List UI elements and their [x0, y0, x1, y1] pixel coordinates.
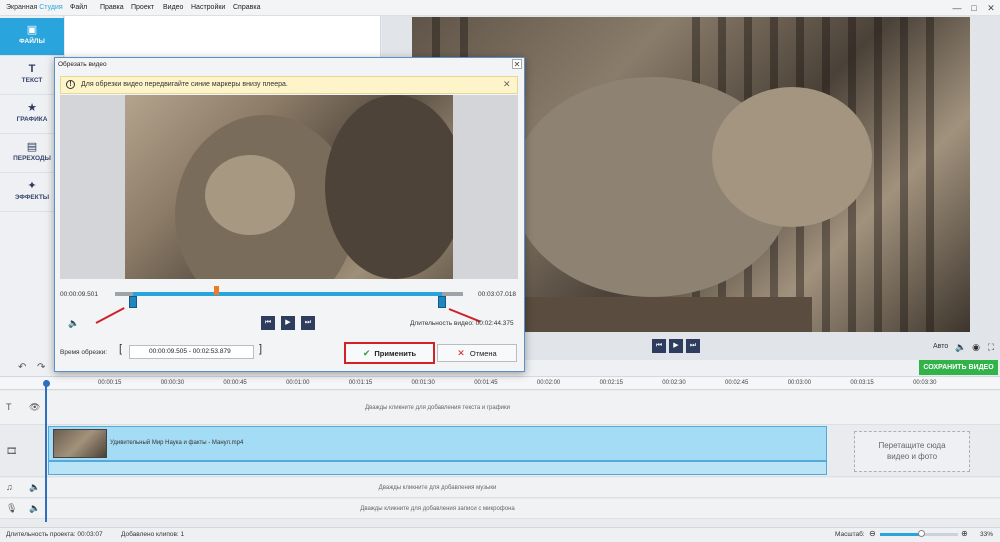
timeline-tick-label: 00:01:30 [411, 380, 435, 386]
zoom-slider-handle[interactable] [917, 530, 925, 537]
trim-selected-range [132, 292, 443, 296]
preview-prev-button[interactable]: ⏮ [652, 339, 666, 353]
timeline-tick-label: 00:02:45 [725, 380, 749, 386]
timeline-tick-label: 00:01:15 [348, 380, 373, 386]
app-title: Экранная Студия [6, 4, 63, 11]
sidebar-tab-label: ТЕКСТ [21, 77, 43, 84]
undo-icon[interactable]: ↶ [18, 362, 26, 373]
timeline-tick-label: 00:02:30 [662, 380, 686, 386]
menu-settings[interactable]: Настройки [191, 4, 225, 11]
volume-icon[interactable]: 🔈 [955, 341, 967, 353]
menu-file[interactable]: Файл [70, 4, 87, 11]
app-title-main: Экранная [6, 4, 40, 11]
timeline-tick-label: 00:03:15 [850, 380, 874, 386]
clip-title: Удивительный Мир Наука и факты - Манул.m… [110, 440, 244, 446]
video-duration: Длительность видео: 00:02:44.375 [410, 320, 514, 327]
project-duration: Длительность проекта: 00:03:07 [6, 531, 103, 538]
music-track-hint: Дважды кликните для добавления музыки [378, 485, 497, 491]
close-window-button[interactable]: ✕ [985, 2, 997, 14]
check-icon: ✔ [362, 348, 371, 358]
timeline-tick-label: 00:00:45 [223, 380, 247, 386]
menu-edit[interactable]: Правка [100, 4, 124, 11]
clip-thumbnail [53, 429, 107, 458]
dialog-play-button[interactable]: ▶ [281, 316, 295, 330]
sidebar-tab-label: ЭФФЕКТЫ [14, 194, 50, 201]
fullscreen-icon[interactable]: ⛶ [985, 341, 997, 353]
set-start-bracket[interactable]: [ [119, 343, 122, 355]
zoom-value: 33% [980, 531, 994, 538]
hint-text: Для обрезки видео передвигайте синие мар… [81, 81, 288, 88]
dialog-close-button[interactable]: ✕ [512, 59, 522, 69]
app-title-accent: Студия [39, 4, 63, 11]
camera-icon[interactable]: ◉ [970, 341, 982, 353]
timeline-tick-label: 00:03:00 [787, 380, 812, 386]
timeline-playhead[interactable] [45, 380, 47, 522]
sidebar-tab-label: ГРАФИКА [16, 116, 48, 123]
mic-track-hint: Дважды кликните для добавления записи с … [360, 506, 515, 512]
music-volume-icon[interactable]: 🔈 [29, 482, 40, 493]
zoom-label: Масштаб: [835, 531, 865, 538]
video-track-icon: 🎞 [6, 446, 18, 456]
dialog-volume-icon[interactable]: 🔈 [68, 318, 79, 329]
sidebar-tab-files[interactable]: ▣ ФАЙЛЫ [0, 18, 64, 56]
drop-text-line2: видео и фото [886, 452, 938, 461]
trim-end-time: 00:03:07.018 [478, 291, 516, 298]
trim-time-field[interactable]: 00:00:09.505 - 00:02:53.879 [129, 345, 254, 359]
zoom-in-icon[interactable]: ⊕ [961, 529, 968, 538]
media-drop-zone[interactable]: Перетащите сюда видео и фото [854, 431, 970, 472]
text-track-hint: Дважды кликните для добавления текста и … [365, 405, 510, 411]
trim-start-time: 00:00:09.501 [60, 291, 98, 298]
save-video-button[interactable]: СОХРАНИТЬ ВИДЕО [919, 360, 998, 375]
timeline-tick-label: 00:01:45 [474, 380, 498, 386]
set-end-bracket[interactable]: ] [259, 343, 262, 355]
sidebar-tab-label: ФАЙЛЫ [19, 38, 45, 45]
clips-count: Добавлено клипов: 1 [121, 531, 185, 538]
files-icon: ▣ [26, 24, 38, 36]
trim-end-marker[interactable] [438, 296, 447, 308]
dialog-title: Обрезать видео [58, 61, 107, 68]
timeline-tick-label: 00:02:15 [599, 380, 623, 386]
maximize-button[interactable]: □ [968, 2, 980, 14]
clip-audio-waveform[interactable] [48, 461, 827, 475]
trim-start-marker[interactable] [128, 296, 137, 308]
cancel-label: Отмена [469, 349, 497, 358]
dialog-video-frame [125, 95, 453, 279]
drop-text-line1: Перетащите сюда [878, 441, 946, 450]
timeline-tick-label: 00:01:00 [286, 380, 310, 386]
playhead-handle[interactable] [43, 380, 50, 387]
timeline-tick-label: 00:00:30 [160, 380, 185, 386]
menu-project[interactable]: Проект [131, 4, 154, 11]
dialog-next-button[interactable]: ⏭ [301, 316, 315, 330]
cancel-button[interactable]: ✕ Отмена [437, 344, 517, 362]
apply-button[interactable]: ✔ Применить [344, 342, 435, 364]
mic-volume-icon[interactable]: 🔈 [29, 503, 40, 514]
text-track-icon: T [6, 402, 12, 412]
timeline-tick-label: 00:00:15 [98, 380, 122, 386]
timeline-tick-label: 00:03:30 [913, 380, 937, 386]
preview-play-button[interactable]: ▶ [669, 339, 683, 353]
minimize-button[interactable]: — [951, 2, 963, 14]
microphone-icon: 🎙 [6, 503, 18, 513]
eye-icon[interactable]: 👁 [29, 402, 40, 413]
preview-next-button[interactable]: ⏭ [686, 339, 700, 353]
redo-icon[interactable]: ↷ [37, 362, 45, 373]
dialog-prev-button[interactable]: ⏮ [261, 316, 275, 330]
warning-icon: ! [66, 80, 75, 89]
sidebar-tab-label: ПЕРЕХОДЫ [13, 155, 51, 162]
menu-help[interactable]: Справка [233, 4, 260, 11]
timeline-tick-label: 00:02:00 [536, 380, 561, 386]
zoom-slider-fill [880, 533, 921, 536]
cancel-icon: ✕ [457, 348, 465, 358]
apply-label: Применить [374, 349, 417, 358]
zoom-out-icon[interactable]: ⊖ [869, 529, 876, 538]
trim-position-marker[interactable] [213, 286, 219, 295]
menu-video[interactable]: Видео [163, 4, 183, 11]
hint-close-icon[interactable]: ✕ [503, 79, 511, 90]
auto-aspect-dropdown[interactable]: Авто [933, 343, 948, 350]
trim-time-label: Время обрезки: [60, 349, 108, 356]
music-icon: ♫ [6, 482, 13, 492]
